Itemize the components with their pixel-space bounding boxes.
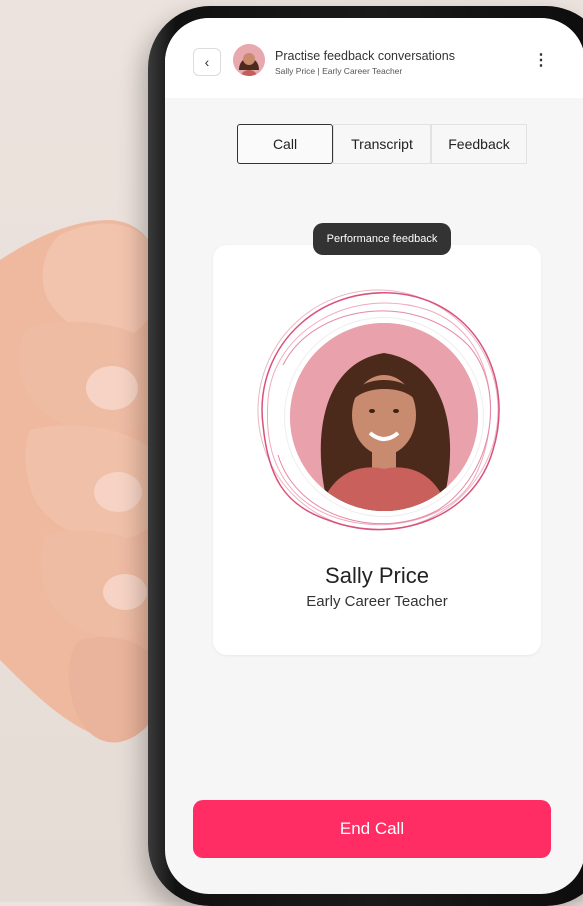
profile-portrait [285, 318, 483, 516]
profile-name: Sally Price [325, 563, 429, 588]
tab-call[interactable]: Call [237, 124, 333, 164]
phone-screen: ‹ Practise feedback conversations Sally … [165, 18, 583, 894]
profile-role: Early Career Teacher [306, 593, 448, 610]
top-bar: ‹ Practise feedback conversations Sally … [165, 18, 583, 98]
avatar [233, 44, 265, 76]
performance-feedback-tooltip[interactable]: Performance feedback [313, 223, 451, 255]
tab-feedback[interactable]: Feedback [431, 124, 527, 164]
vertical-ellipsis-icon[interactable]: ⋮ [533, 50, 549, 70]
tab-transcript[interactable]: Transcript [333, 124, 431, 164]
end-call-button[interactable]: End Call [193, 800, 551, 858]
profile-card: Sally Price Early Career Teacher [213, 245, 541, 655]
back-button[interactable]: ‹ [193, 48, 221, 76]
page-subtitle: Sally Price | Early Career Teacher [275, 66, 403, 76]
tab-bar: Call Transcript Feedback [237, 124, 527, 164]
page-title: Practise feedback conversations [275, 49, 455, 63]
chevron-left-icon: ‹ [204, 54, 210, 70]
